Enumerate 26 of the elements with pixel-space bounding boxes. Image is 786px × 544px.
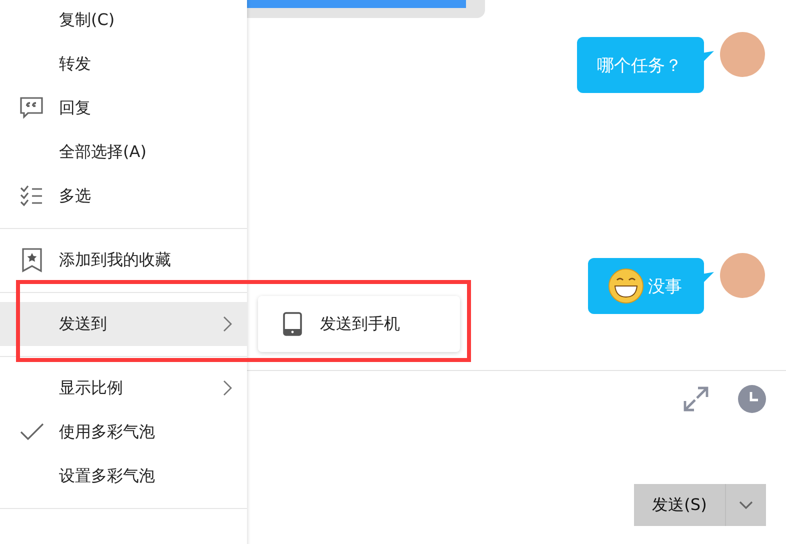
- bookmark-star-icon: [20, 247, 42, 273]
- chevron-right-icon: [222, 380, 232, 396]
- menu-item[interactable]: 多选: [0, 174, 247, 218]
- clock-icon[interactable]: [738, 385, 766, 413]
- menu-item[interactable]: 发送到: [0, 302, 247, 346]
- menu-item[interactable]: 显示比例: [0, 366, 247, 410]
- menu-item[interactable]: 设置多彩气泡: [0, 454, 247, 498]
- quote-bubble-icon: [19, 96, 44, 120]
- menu-item[interactable]: 全部选择(A): [0, 130, 247, 174]
- submenu-item[interactable]: 发送到手机: [320, 314, 400, 334]
- message-text: 没事: [648, 276, 682, 298]
- menu-item[interactable]: 回复: [0, 86, 247, 130]
- checklist-icon: [20, 185, 44, 207]
- send-button[interactable]: 发送(S): [634, 484, 766, 526]
- menu-item[interactable]: 转发: [0, 42, 247, 86]
- caret-icon[interactable]: [739, 501, 753, 509]
- chevron-right-icon: [222, 316, 232, 332]
- grinning-face-icon: [608, 268, 644, 304]
- avatar: [720, 32, 765, 77]
- menu-item[interactable]: 添加到我的收藏: [0, 238, 247, 282]
- avatar: [720, 253, 765, 298]
- message-text: 哪个任务？: [597, 54, 682, 76]
- menu-item[interactable]: 使用多彩气泡: [0, 410, 247, 454]
- expand-icon[interactable]: [683, 386, 709, 412]
- menu-item[interactable]: 复制(C): [0, 0, 247, 42]
- phone-icon: [283, 312, 302, 336]
